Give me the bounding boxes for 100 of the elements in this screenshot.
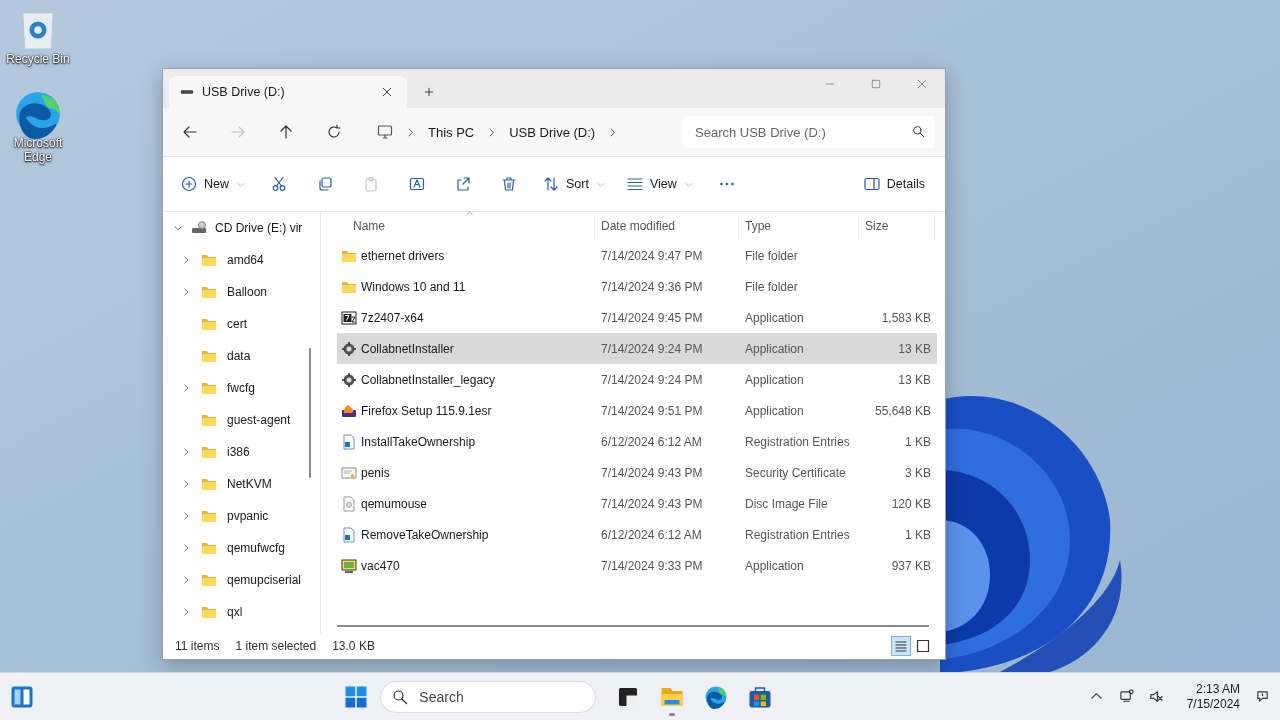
breadcrumb[interactable]: This PC — [428, 124, 475, 140]
share-icon — [455, 176, 471, 192]
start-icon — [344, 684, 369, 709]
file-row[interactable]: Windows 10 and 11 7/14/2024 9:36 PM File folder — [337, 271, 937, 302]
clipboard-icon — [363, 176, 379, 192]
file-row[interactable]: InstallTakeOwnership 6/12/2024 6:12 AM Registration Entries 1 KB — [337, 426, 937, 457]
table-cell-text: Security Certificate — [744, 465, 847, 480]
recycle-bin-icon[interactable] — [19, 9, 57, 51]
file-name: 7z2407-x64 — [361, 310, 424, 325]
widgets-icon — [10, 684, 34, 709]
view-button[interactable]: View — [620, 168, 699, 200]
drive-icon — [191, 220, 207, 236]
tree-item[interactable]: amd64 — [163, 244, 320, 276]
column-header[interactable]: Type — [739, 212, 859, 240]
scrollbar[interactable] — [337, 625, 929, 627]
folder-icon — [201, 540, 217, 556]
table-cell-text: Disc Image File — [744, 496, 829, 511]
search-field[interactable]: Search USB Drive (D:) — [683, 116, 935, 148]
folder-icon — [201, 252, 217, 268]
folder-icon — [201, 380, 217, 396]
table-cell-text: 3 KB — [904, 465, 932, 480]
scrollbar[interactable] — [309, 348, 311, 478]
folder-icon — [201, 284, 217, 300]
table-cell-text: 7/14/2024 9:24 PM — [600, 341, 704, 356]
clock-button[interactable]: 2:13 AM 7/15/2024 — [1182, 681, 1244, 712]
tree-item[interactable]: NetKVM — [163, 468, 320, 500]
store-icon — [748, 684, 773, 709]
copy-icon — [317, 176, 333, 192]
table-cell-text: 1 KB — [904, 527, 932, 542]
table-cell-text: Application — [744, 403, 805, 418]
details-pane-icon — [863, 176, 880, 192]
table-cell-text: 55,648 KB — [873, 403, 932, 418]
file-name: InstallTakeOwnership — [361, 434, 476, 449]
column-header[interactable]: Size — [859, 212, 935, 240]
tree-item[interactable]: CD Drive (E:) vir — [163, 212, 320, 244]
folder-icon — [201, 444, 217, 460]
gear-icon — [341, 371, 357, 388]
file-name: CollabnetInstaller_legacy — [361, 372, 496, 387]
details-button[interactable]: Details — [857, 168, 931, 200]
file-name: penis — [361, 465, 390, 480]
tree-item[interactable]: qxl — [163, 596, 320, 628]
status-text: 13.0 KB — [332, 639, 375, 653]
folder-icon — [201, 508, 217, 524]
file-row[interactable]: ethernet drivers 7/14/2024 9:47 PM File folder — [337, 240, 937, 271]
file-name: Firefox Setup 115.9.1esr — [361, 403, 492, 418]
folder-icon — [201, 476, 217, 492]
folder-icon — [201, 604, 217, 620]
file-row[interactable]: vac470 7/14/2024 9:33 PM Application 937 KB — [337, 550, 937, 581]
tab[interactable]: USB Drive (D:) — [169, 76, 407, 108]
file-row[interactable]: RemoveTakeOwnership 6/12/2024 6:12 AM Registration Entries 1 KB — [337, 519, 937, 550]
tree-item[interactable]: cert — [163, 308, 320, 340]
app-icon — [341, 309, 357, 326]
gear-icon — [341, 340, 357, 357]
file-row[interactable]: Firefox Setup 115.9.1esr 7/14/2024 9:51 PM Application 55,648 KB — [337, 395, 937, 426]
table-cell-text: 7/14/2024 9:36 PM — [600, 279, 704, 294]
plus-circle-icon — [181, 176, 197, 192]
edge-icon[interactable] — [13, 89, 63, 139]
new-button[interactable]: New — [175, 168, 251, 200]
tree-item[interactable]: qemufwcfg — [163, 532, 320, 564]
file-row[interactable]: qemumouse 7/14/2024 9:43 PM Disc Image File 120 KB — [337, 488, 937, 519]
plus-icon — [423, 86, 435, 98]
table-cell-text: 13 KB — [897, 341, 932, 356]
table-cell-text: File folder — [744, 279, 799, 294]
file-row[interactable]: CollabnetInstaller_legacy 7/14/2024 9:24 PM Application 13 KB — [337, 364, 937, 395]
forward-arrow-icon — [230, 124, 246, 140]
trash-icon — [501, 176, 517, 192]
taskbar-search-field[interactable]: Search — [380, 680, 597, 713]
table-cell-text: Application — [744, 558, 805, 573]
tree-item[interactable]: guest-agent — [163, 404, 320, 436]
address-bar[interactable]: This PC USB Drive (D:) — [371, 115, 647, 149]
table-cell-text: 7/14/2024 9:47 PM — [600, 248, 704, 263]
registry-file-icon — [341, 433, 357, 450]
tree-item[interactable]: qemupciserial — [163, 564, 320, 596]
file-name: vac470 — [361, 558, 400, 573]
tree-item[interactable]: i386 — [163, 436, 320, 468]
folder-icon — [201, 412, 217, 428]
file-row[interactable]: 7z2407-x64 7/14/2024 9:45 PM Application 1,583 KB — [337, 302, 937, 333]
table-cell-text: 6/12/2024 6:12 AM — [600, 527, 703, 542]
table-cell-text: 6/12/2024 6:12 AM — [600, 434, 703, 449]
tree-item[interactable]: pvpanic — [163, 500, 320, 532]
folder-icon — [201, 348, 217, 364]
table-cell-text: 1 KB — [904, 434, 932, 449]
tiles-view-icon — [915, 638, 931, 654]
tree-item[interactable]: Balloon — [163, 276, 320, 308]
file-row[interactable]: penis 7/14/2024 9:43 PM Security Certificate 3 KB — [337, 457, 937, 488]
sort-button[interactable]: Sort — [537, 168, 611, 200]
table-cell-text: 937 KB — [890, 558, 932, 573]
table-cell-text: 7/14/2024 9:33 PM — [600, 558, 704, 573]
file-row[interactable]: CollabnetInstaller 7/14/2024 9:24 PM Application 13 KB — [337, 333, 937, 364]
status-text: 11 items — [175, 639, 220, 653]
table-cell-text: 7/14/2024 9:43 PM — [600, 465, 704, 480]
tree-item[interactable]: data — [163, 340, 320, 372]
column-header[interactable]: Name — [337, 212, 595, 240]
tree-item[interactable]: fwcfg — [163, 372, 320, 404]
monitor-icon — [377, 124, 393, 140]
file-name: qemumouse — [361, 496, 428, 511]
sort-arrows-icon — [543, 176, 559, 192]
column-header[interactable]: Date modified — [595, 212, 739, 240]
breadcrumb[interactable]: USB Drive (D:) — [509, 124, 596, 140]
file-icon — [341, 495, 357, 512]
